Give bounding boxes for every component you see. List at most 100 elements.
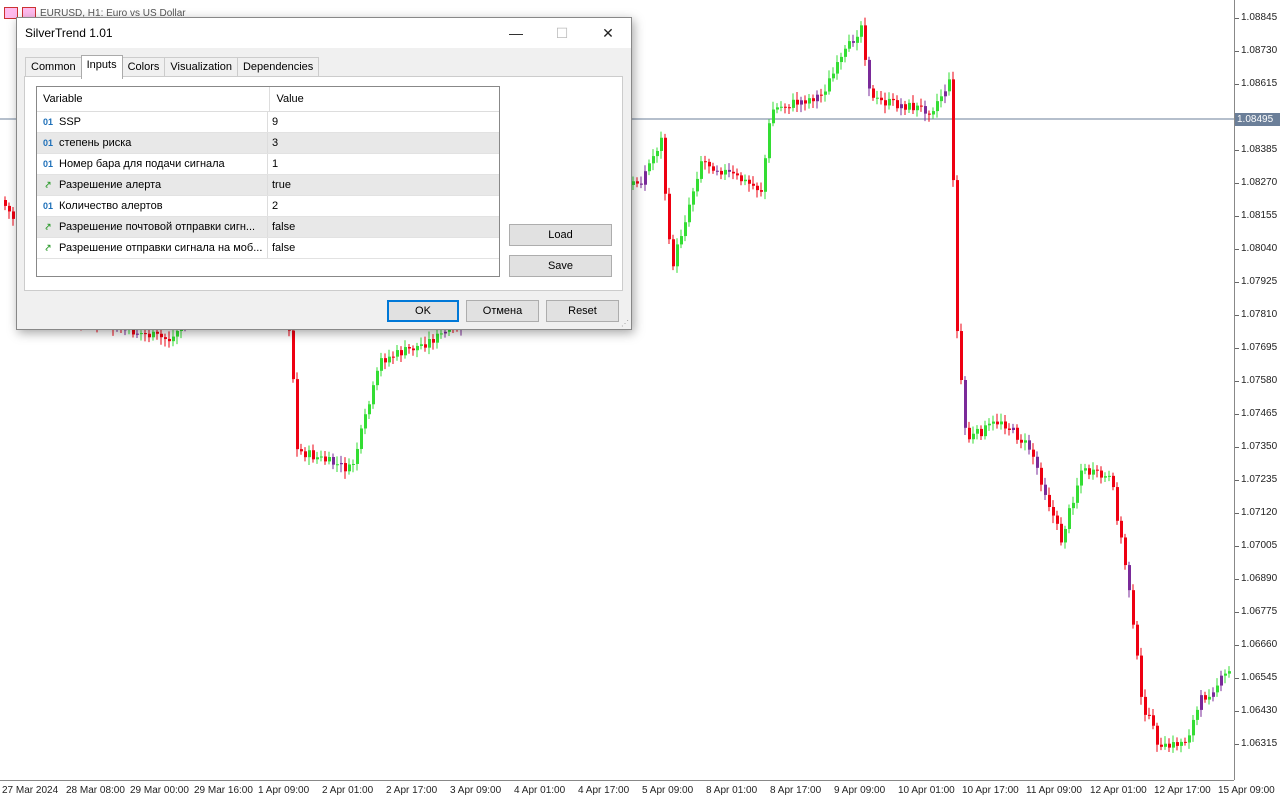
price-label: 1.06890 — [1241, 573, 1278, 584]
column-value[interactable]: Value — [269, 87, 499, 111]
candle-body — [352, 463, 355, 465]
table-row[interactable]: 01 Номер бара для подачи сигнала 1 — [37, 154, 499, 175]
candle-body — [1028, 440, 1031, 450]
candle-body — [140, 333, 143, 335]
cancel-button[interactable]: Отмена — [466, 300, 539, 322]
table-row[interactable]: ⤤ Разрешение алерта true — [37, 175, 499, 196]
candle-body — [1156, 725, 1159, 745]
tab-colors[interactable]: Colors — [121, 57, 166, 78]
candle-body — [972, 433, 975, 440]
candle-body — [432, 339, 435, 343]
row-value[interactable]: 1 — [267, 154, 498, 174]
reset-button[interactable]: Reset — [546, 300, 619, 322]
table-row[interactable]: 01 SSP 9 — [37, 112, 499, 133]
candle-body — [960, 331, 963, 381]
price-tick — [1235, 249, 1239, 250]
candle-body — [984, 425, 987, 437]
row-value[interactable]: 3 — [267, 133, 498, 153]
candle-body — [376, 370, 379, 386]
price-tick — [1235, 579, 1239, 580]
candle-body — [1148, 714, 1151, 716]
candle-body — [316, 457, 319, 460]
candle-body — [964, 380, 967, 428]
candle-body — [776, 107, 779, 110]
candle-body — [808, 98, 811, 104]
candle-body — [1000, 421, 1003, 425]
candle-body — [368, 404, 371, 415]
tab-inputs[interactable]: Inputs — [80, 55, 123, 79]
candle-body — [1032, 449, 1035, 457]
candle-body — [708, 161, 711, 167]
candle-body — [1048, 494, 1051, 507]
candle-body — [980, 428, 983, 437]
ok-button[interactable]: OK — [387, 300, 459, 322]
candle-body — [696, 178, 699, 192]
price-axis[interactable]: 1.08495 1.08845 1.08730 1.08615 1.08385 1.08… — [1234, 0, 1280, 780]
int-type-icon: 01 — [42, 138, 53, 148]
candle-body — [292, 330, 295, 380]
candle-body — [764, 158, 767, 192]
close-icon[interactable]: ✕ — [585, 18, 631, 48]
row-value[interactable]: false — [267, 238, 498, 258]
candle-body — [828, 78, 831, 92]
price-label: 1.06660 — [1241, 639, 1278, 650]
maximize-icon: ☐ — [555, 24, 569, 41]
candle-body — [1064, 528, 1067, 543]
save-button[interactable]: Save — [509, 255, 612, 277]
tab-common[interactable]: Common — [25, 57, 82, 78]
candle-body — [712, 166, 715, 171]
dialog-title: SilverTrend 1.01 — [25, 26, 113, 40]
candle-body — [1104, 476, 1107, 478]
price-label: 1.06430 — [1241, 705, 1278, 716]
table-row[interactable]: 01 Количество алертов 2 — [37, 196, 499, 217]
price-tick — [1235, 315, 1239, 316]
candle-body — [1016, 427, 1019, 440]
dialog-titlebar[interactable]: SilverTrend 1.01 — ☐ ✕ — [17, 18, 631, 48]
candle-body — [1036, 456, 1039, 468]
candle-body — [852, 41, 855, 43]
candle-body — [144, 333, 147, 335]
candle-body — [1080, 470, 1083, 486]
row-value[interactable]: true — [267, 175, 498, 195]
minimize-icon[interactable]: — — [493, 18, 539, 48]
tab-visualization[interactable]: Visualization — [164, 57, 238, 78]
candle-body — [644, 171, 647, 185]
candle-body — [356, 448, 359, 464]
row-value[interactable]: 2 — [267, 196, 498, 216]
candle-body — [148, 333, 151, 338]
candle-body — [684, 222, 687, 237]
resize-grip-icon[interactable]: ⋰ — [621, 319, 629, 328]
time-label: 10 Apr 01:00 — [898, 785, 955, 796]
candle-body — [1140, 655, 1143, 697]
candle-body — [152, 331, 155, 338]
price-label: 1.07350 — [1241, 441, 1278, 452]
candle-body — [848, 41, 851, 49]
candle-body — [820, 94, 823, 96]
row-variable-name: Разрешение отправки сигнала на моб... — [59, 242, 263, 254]
column-variable[interactable]: Variable — [37, 93, 269, 105]
candle-body — [996, 421, 999, 425]
price-tick — [1235, 480, 1239, 481]
load-button[interactable]: Load — [509, 224, 612, 246]
candle-body — [1044, 484, 1047, 495]
candle-body — [136, 333, 139, 335]
row-value[interactable]: false — [267, 217, 498, 237]
row-value[interactable]: 9 — [267, 112, 498, 132]
row-variable: 01 Номер бара для подачи сигнала — [37, 158, 267, 170]
bool-type-icon: ⤤ — [45, 179, 51, 190]
table-row[interactable]: 01 степень риска 3 — [37, 133, 499, 154]
candle-body — [380, 358, 383, 371]
time-axis[interactable]: 27 Mar 2024 28 Mar 08:00 29 Mar 00:00 29 Ma… — [0, 780, 1275, 801]
candle-body — [320, 456, 323, 458]
table-row[interactable]: ⤤ Разрешение почтовой отправки сигн... fal… — [37, 217, 499, 238]
table-row[interactable]: ⤤ Разрешение отправки сигнала на моб... fa… — [37, 238, 499, 259]
candle-body — [1124, 537, 1127, 566]
price-tick — [1235, 282, 1239, 283]
tab-dependencies[interactable]: Dependencies — [236, 57, 320, 78]
candle-body — [1188, 735, 1191, 743]
candle-body — [788, 107, 791, 109]
candle-body — [1208, 696, 1211, 700]
price-tick — [1235, 18, 1239, 19]
dialog-tabs: Common Inputs Colors Visualization Depen… — [25, 55, 320, 79]
candle-body — [716, 170, 719, 172]
